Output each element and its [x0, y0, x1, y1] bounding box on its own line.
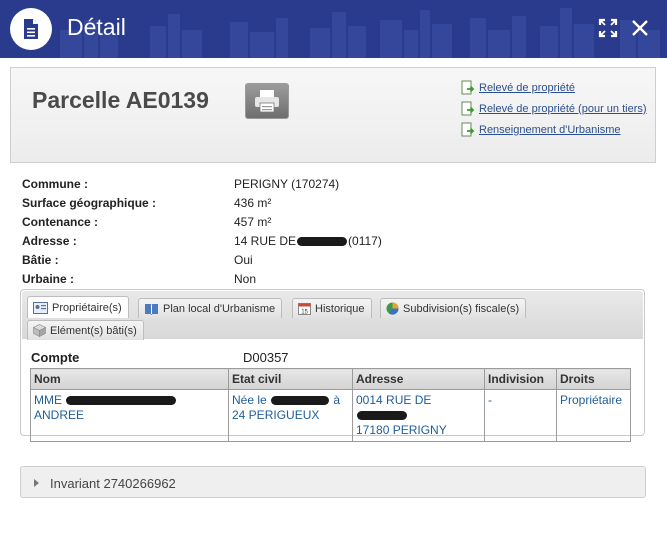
- link-row: Renseignement d'Urbanisme: [460, 119, 647, 140]
- redaction-mark: [357, 411, 407, 421]
- id-card-icon: [33, 301, 48, 314]
- tab-proprietaires[interactable]: Propriétaire(s): [27, 296, 129, 318]
- info-label: Urbaine :: [22, 272, 75, 286]
- tab-label: Plan local d'Urbanisme: [163, 302, 276, 315]
- invariant-label: Invariant 2740266962: [50, 476, 176, 491]
- cell-etat-civil: Née le à 24 PERIGUEUX: [228, 389, 353, 442]
- info-value: Oui: [234, 253, 253, 267]
- info-label: Adresse :: [22, 234, 77, 248]
- adresse-prefix: 14 RUE DE: [234, 234, 297, 248]
- book-icon: [145, 303, 158, 315]
- table-row[interactable]: MME ANDREE Née le à 24 PERIGUEUX 0014 RU…: [30, 389, 631, 442]
- nom-prefix: MME: [34, 393, 62, 407]
- pie-chart-icon: [386, 302, 399, 315]
- link-row: Relevé de propriété: [460, 77, 647, 98]
- etat-suffix: à: [333, 393, 341, 407]
- tab-elements-batis[interactable]: Elément(s) bâti(s): [27, 320, 144, 340]
- column-header-droits[interactable]: Droits: [556, 368, 631, 390]
- compte-value: D00357: [243, 350, 289, 365]
- close-icon: [632, 20, 648, 36]
- adresse-line1: 0014 RUE DE: [356, 393, 432, 407]
- owners-table: Nom Etat civil Adresse Indivision Droits…: [30, 368, 631, 442]
- tab-subdivisions-fiscales[interactable]: Subdivision(s) fiscale(s): [380, 298, 527, 318]
- svg-text:15: 15: [301, 310, 308, 316]
- info-value: Non: [234, 272, 257, 286]
- info-value: 457 m²: [234, 215, 272, 229]
- link-row: Relevé de propriété (pour un tiers): [460, 98, 647, 119]
- compte-label: Compte: [31, 350, 80, 365]
- redaction-mark: [66, 396, 177, 406]
- document-export-icon: [461, 80, 475, 94]
- column-header-indivision[interactable]: Indivision: [484, 368, 557, 390]
- document-export-icon: [461, 101, 475, 115]
- table-header-row: Nom Etat civil Adresse Indivision Droits: [30, 368, 631, 390]
- etat-line2: 24 PERIGUEUX: [232, 408, 320, 422]
- fullscreen-button[interactable]: [596, 16, 620, 40]
- document-icon-badge: [10, 8, 52, 50]
- column-header-etat-civil[interactable]: Etat civil: [228, 368, 353, 390]
- info-label: Contenance :: [22, 215, 99, 229]
- cell-indivision: -: [484, 389, 557, 442]
- parcel-panel: Parcelle AE0139 Relevé de propriété Rele…: [10, 67, 656, 163]
- tab-label: Subdivision(s) fiscale(s): [403, 302, 520, 315]
- column-header-nom[interactable]: Nom: [30, 368, 229, 390]
- tabs-panel: Propriétaire(s) Plan local d'Urbanisme 1…: [20, 289, 645, 442]
- column-header-adresse[interactable]: Adresse: [352, 368, 485, 390]
- nom-suffix: ANDREE: [34, 408, 85, 422]
- print-button[interactable]: [245, 83, 289, 119]
- tab-label: Elément(s) bâti(s): [50, 324, 137, 337]
- window-title: Détail: [67, 14, 126, 40]
- fullscreen-icon: [598, 18, 618, 38]
- tab-historique[interactable]: 15 Historique: [292, 298, 372, 318]
- tab-plan-local-urbanisme[interactable]: Plan local d'Urbanisme: [138, 298, 283, 318]
- redaction-mark: [297, 237, 348, 247]
- releve-propriete-tiers-link[interactable]: Relevé de propriété (pour un tiers): [479, 103, 647, 115]
- tab-strip: Propriétaire(s) Plan local d'Urbanisme 1…: [22, 291, 643, 340]
- calendar-icon: 15: [298, 303, 311, 316]
- expand-arrow-icon: [34, 479, 39, 487]
- info-value: 436 m²: [234, 196, 272, 210]
- cube-icon: [33, 324, 46, 337]
- info-label: Commune :: [22, 177, 88, 191]
- cell-droits: Propriétaire: [556, 389, 631, 442]
- document-export-icon: [461, 122, 475, 136]
- info-value: PERIGNY (170274): [234, 177, 340, 191]
- renseignement-urbanisme-link[interactable]: Renseignement d'Urbanisme: [479, 124, 621, 136]
- document-icon: [24, 19, 38, 39]
- printer-icon: [255, 90, 279, 113]
- parcel-title: Parcelle AE0139: [32, 87, 209, 113]
- info-label: Bâtie :: [22, 253, 59, 267]
- tab-label: Propriétaire(s): [52, 301, 122, 314]
- window-header: Détail: [0, 0, 667, 58]
- adresse-line2: 17180 PERIGNY: [356, 423, 447, 437]
- close-button[interactable]: [628, 16, 652, 40]
- info-label: Surface géographique :: [22, 196, 157, 210]
- etat-prefix: Née le: [232, 393, 267, 407]
- cell-adresse: 0014 RUE DE 17180 PERIGNY: [352, 389, 485, 442]
- info-value: 14 RUE DE (0117): [234, 233, 382, 249]
- invariant-collapsible[interactable]: Invariant 2740266962: [20, 466, 646, 498]
- releve-propriete-link[interactable]: Relevé de propriété: [479, 82, 575, 94]
- report-links: Relevé de propriété Relevé de propriété …: [460, 77, 647, 140]
- tab-label: Historique: [315, 302, 365, 315]
- redaction-mark: [271, 396, 330, 406]
- cell-nom: MME ANDREE: [30, 389, 229, 442]
- adresse-suffix: (0117): [348, 234, 382, 248]
